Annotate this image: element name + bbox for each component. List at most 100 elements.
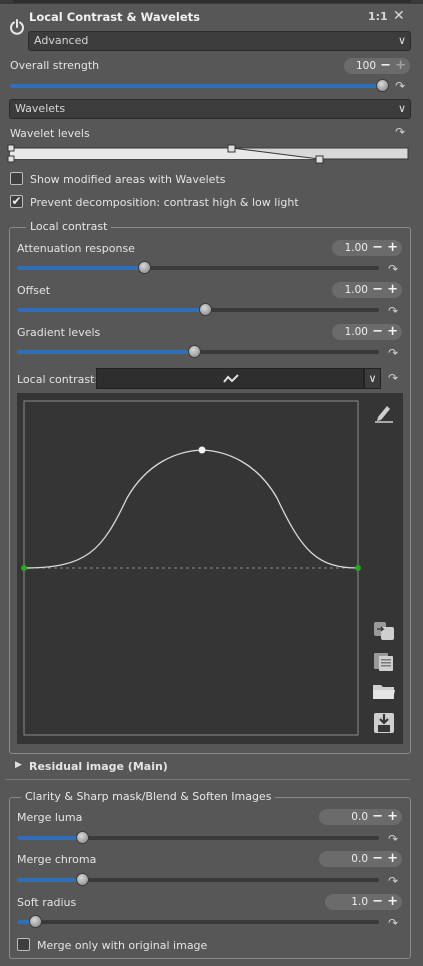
mode-dropdown-value: Advanced bbox=[34, 34, 89, 47]
merge-luma-slider[interactable] bbox=[17, 831, 379, 844]
save-icon[interactable] bbox=[372, 711, 396, 735]
curve-dropdown-toggle[interactable]: ∨ bbox=[364, 368, 381, 389]
soft-radius-slider[interactable] bbox=[17, 915, 379, 928]
soft-radius-label: Soft radius bbox=[17, 896, 77, 909]
local-contrast-section-title: Local contrast bbox=[26, 220, 112, 233]
plus-button[interactable]: + bbox=[387, 894, 398, 910]
merge-chroma-slider[interactable] bbox=[17, 873, 379, 886]
slider-knob[interactable] bbox=[188, 345, 201, 358]
minus-button[interactable]: − bbox=[372, 809, 383, 825]
clarity-section-title: Clarity & Sharp mask/Blend & Soften Imag… bbox=[21, 790, 276, 803]
copy-icon[interactable] bbox=[372, 620, 396, 642]
attenuation-value: 1.00 bbox=[344, 242, 368, 254]
mode-dropdown[interactable]: Advanced ∨ bbox=[28, 31, 411, 51]
separator bbox=[5, 779, 410, 780]
minus-button[interactable]: − bbox=[372, 894, 383, 910]
slider-knob[interactable] bbox=[199, 303, 212, 316]
show-modified-checkbox[interactable] bbox=[10, 172, 23, 185]
offset-label: Offset bbox=[17, 284, 51, 297]
plus-button[interactable]: + bbox=[387, 240, 398, 256]
pencil-icon[interactable] bbox=[373, 401, 395, 423]
plus-button[interactable]: + bbox=[395, 58, 406, 74]
curve-type-button[interactable] bbox=[96, 368, 364, 389]
slider-knob[interactable] bbox=[76, 831, 89, 844]
threshold-handle[interactable] bbox=[7, 144, 15, 152]
curve-control-point[interactable] bbox=[21, 565, 27, 571]
merge-luma-label: Merge luma bbox=[17, 811, 83, 824]
folder-icon[interactable] bbox=[372, 681, 396, 701]
overall-strength-spinner[interactable]: 100 − + bbox=[344, 58, 410, 74]
threshold-handle[interactable] bbox=[315, 155, 324, 164]
minus-button[interactable]: − bbox=[380, 58, 391, 74]
reset-arrow-icon[interactable]: ↶ bbox=[388, 874, 398, 888]
soft-radius-value: 1.0 bbox=[351, 896, 368, 908]
slider-knob[interactable] bbox=[29, 915, 42, 928]
gradient-levels-spinner[interactable]: 1.00 − + bbox=[332, 324, 402, 340]
threshold-handle[interactable] bbox=[7, 155, 15, 163]
reset-arrow-icon[interactable]: ↶ bbox=[395, 79, 405, 93]
checkmark-icon: ✔ bbox=[11, 194, 22, 208]
minus-button[interactable]: − bbox=[372, 324, 383, 340]
prevent-decomposition-checkbox[interactable]: ✔ bbox=[10, 195, 23, 208]
attenuation-spinner[interactable]: 1.00 − + bbox=[332, 240, 402, 256]
expand-arrow-icon[interactable]: ▶ bbox=[15, 760, 22, 770]
curve-control-point[interactable] bbox=[198, 446, 206, 454]
overall-strength-label: Overall strength bbox=[10, 59, 100, 72]
slider-fill bbox=[17, 878, 82, 882]
curve-control-point[interactable] bbox=[355, 565, 361, 571]
reset-arrow-icon[interactable]: ↶ bbox=[388, 346, 398, 360]
reset-arrow-icon[interactable]: ↶ bbox=[388, 832, 398, 846]
merge-chroma-value: 0.0 bbox=[351, 853, 368, 865]
plus-button[interactable]: + bbox=[387, 324, 398, 340]
close-icon[interactable]: ✕ bbox=[393, 8, 405, 24]
slider-fill bbox=[17, 836, 82, 840]
reset-arrow-icon[interactable]: ↶ bbox=[388, 262, 398, 276]
power-icon[interactable] bbox=[9, 19, 25, 35]
slider-fill bbox=[17, 350, 194, 354]
offset-spinner[interactable]: 1.00 − + bbox=[332, 282, 402, 298]
method-dropdown[interactable]: Wavelets ∨ bbox=[9, 99, 411, 119]
curve-shape-icon bbox=[223, 374, 239, 383]
slider-knob[interactable] bbox=[76, 873, 89, 886]
gradient-levels-value: 1.00 bbox=[344, 326, 368, 338]
slider-knob[interactable] bbox=[138, 261, 151, 274]
reset-arrow-icon[interactable]: ↶ bbox=[388, 371, 398, 385]
paste-icon[interactable] bbox=[372, 650, 396, 672]
merge-luma-spinner[interactable]: 0.0 − + bbox=[319, 809, 402, 825]
residual-image-expander[interactable]: Residual image (Main) bbox=[29, 760, 168, 773]
prevent-decomposition-label: Prevent decomposition: contrast high & l… bbox=[30, 196, 299, 209]
local-contrast-curve-graph[interactable] bbox=[17, 393, 369, 744]
local-contrast-curve-label: Local contrast: bbox=[17, 373, 99, 386]
attenuation-slider[interactable] bbox=[17, 261, 379, 274]
slider-knob[interactable] bbox=[376, 79, 389, 92]
gradient-levels-slider[interactable] bbox=[17, 345, 379, 358]
overall-strength-slider[interactable] bbox=[10, 79, 389, 92]
plus-button[interactable]: + bbox=[387, 809, 398, 825]
one-to-one-button[interactable]: 1:1 bbox=[368, 10, 388, 23]
overall-strength-value: 100 bbox=[355, 60, 376, 72]
module-title: Local Contrast & Wavelets bbox=[29, 10, 201, 24]
reset-arrow-icon[interactable]: ↶ bbox=[395, 125, 405, 139]
threshold-handle[interactable] bbox=[227, 144, 236, 153]
plus-button[interactable]: + bbox=[387, 282, 398, 298]
soft-radius-spinner[interactable]: 1.0 − + bbox=[325, 894, 402, 910]
merge-luma-value: 0.0 bbox=[351, 811, 368, 823]
minus-button[interactable]: − bbox=[372, 240, 383, 256]
wavelet-levels-threshold-selector[interactable] bbox=[6, 141, 410, 165]
minus-button[interactable]: − bbox=[372, 851, 383, 867]
reset-arrow-icon[interactable]: ↶ bbox=[388, 916, 398, 930]
minus-button[interactable]: − bbox=[372, 282, 383, 298]
slider-fill bbox=[17, 266, 144, 270]
merge-chroma-label: Merge chroma bbox=[17, 853, 97, 866]
chevron-down-icon: ∨ bbox=[397, 34, 406, 47]
offset-slider[interactable] bbox=[17, 303, 379, 316]
gradient-levels-label: Gradient levels bbox=[17, 326, 101, 339]
merge-original-checkbox[interactable] bbox=[17, 938, 30, 951]
reset-arrow-icon[interactable]: ↶ bbox=[388, 304, 398, 318]
show-modified-label: Show modified areas with Wavelets bbox=[30, 173, 226, 186]
merge-chroma-spinner[interactable]: 0.0 − + bbox=[319, 851, 402, 867]
plus-button[interactable]: + bbox=[387, 851, 398, 867]
chevron-down-icon: ∨ bbox=[397, 102, 406, 115]
merge-original-label: Merge only with original image bbox=[37, 939, 208, 952]
slider-fill bbox=[10, 84, 382, 88]
